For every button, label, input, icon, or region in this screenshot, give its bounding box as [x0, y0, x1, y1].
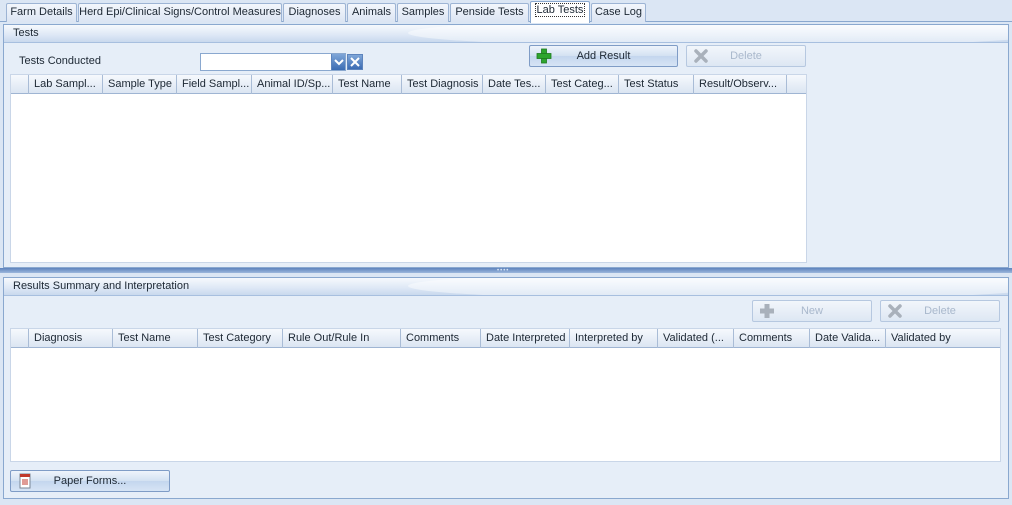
column-header[interactable]: Test Categ...: [546, 75, 619, 94]
close-icon[interactable]: [347, 54, 363, 70]
column-header[interactable]: Test Name: [113, 329, 198, 348]
column-header[interactable]: Field Sampl...: [177, 75, 252, 94]
tab-label: Herd Epi/Clinical Signs/Control Measures: [79, 6, 281, 18]
column-header[interactable]: Comments: [401, 329, 481, 348]
delete-test-button[interactable]: Delete: [686, 45, 806, 67]
delete-test-label: Delete: [730, 50, 762, 62]
delete-result-button[interactable]: Delete: [880, 300, 1000, 322]
plus-icon: [759, 303, 775, 319]
x-icon: [887, 303, 903, 319]
column-header[interactable]: Test Diagnosis: [402, 75, 483, 94]
column-header[interactable]: Test Name: [333, 75, 402, 94]
tests-conducted-label: Tests Conducted: [19, 55, 101, 67]
grip-icon: ••••: [497, 268, 510, 274]
add-result-button[interactable]: Add Result: [529, 45, 678, 67]
column-header[interactable]: Interpreted by: [570, 329, 658, 348]
column-header[interactable]: Validated by: [886, 329, 1000, 348]
tab-herd-epi[interactable]: Herd Epi/Clinical Signs/Control Measures: [78, 3, 282, 22]
delete-result-label: Delete: [924, 305, 956, 317]
column-header[interactable]: Result/Observ...: [694, 75, 787, 94]
add-result-label: Add Result: [576, 50, 631, 62]
column-header[interactable]: Animal ID/Sp...: [252, 75, 333, 94]
column-header[interactable]: Test Status: [619, 75, 694, 94]
tab-label: Case Log: [594, 6, 643, 18]
plus-icon: [536, 48, 552, 64]
document-icon: [17, 473, 33, 489]
tab-label: Diagnoses: [288, 6, 341, 18]
column-header[interactable]: Rule Out/Rule In: [283, 329, 401, 348]
tab-case-log[interactable]: Case Log: [591, 3, 646, 22]
tab-farm-details[interactable]: Farm Details: [6, 3, 77, 22]
x-icon: [693, 48, 709, 64]
tab-samples[interactable]: Samples: [397, 3, 449, 22]
column-header[interactable]: Date Interpreted: [481, 329, 570, 348]
tab-label: Penside Tests: [455, 6, 524, 18]
column-header[interactable]: Diagnosis: [29, 329, 113, 348]
column-header[interactable]: Lab Sampl...: [29, 75, 103, 94]
column-header[interactable]: Validated (...: [658, 329, 734, 348]
row-selector-header: [11, 75, 29, 94]
tab-diagnoses[interactable]: Diagnoses: [283, 3, 346, 22]
column-header[interactable]: Test Category: [198, 329, 283, 348]
tests-grid-header: Lab Sampl... Sample Type Field Sampl... …: [11, 75, 806, 94]
chevron-down-icon[interactable]: [331, 54, 345, 70]
tab-label: Animals: [351, 6, 392, 18]
tab-penside-tests[interactable]: Penside Tests: [450, 3, 529, 22]
results-grid[interactable]: Diagnosis Test Name Test Category Rule O…: [10, 328, 1001, 462]
row-selector-header: [11, 329, 29, 348]
tab-label: Farm Details: [10, 6, 73, 18]
new-result-label: New: [800, 305, 823, 317]
tab-lab-tests[interactable]: Lab Tests: [530, 1, 590, 23]
results-grid-header: Diagnosis Test Name Test Category Rule O…: [11, 329, 1000, 348]
results-panel: Results Summary and Interpretation New D…: [3, 277, 1009, 499]
tests-panel-header: Tests: [4, 25, 1008, 43]
tab-label: Samples: [401, 6, 445, 18]
paper-forms-label: Paper Forms...: [53, 475, 127, 487]
column-header[interactable]: Comments: [734, 329, 810, 348]
tests-conducted-select[interactable]: [200, 53, 346, 71]
tests-panel: Tests Tests Conducted Add Result Delete …: [3, 24, 1009, 268]
column-header[interactable]: Sample Type: [103, 75, 177, 94]
results-panel-title: Results Summary and Interpretation: [13, 280, 190, 292]
results-panel-header: Results Summary and Interpretation: [4, 278, 1008, 296]
column-header[interactable]: Date Valida...: [810, 329, 886, 348]
tests-panel-title: Tests: [13, 27, 39, 39]
tests-grid[interactable]: Lab Sampl... Sample Type Field Sampl... …: [10, 74, 807, 263]
paper-forms-button[interactable]: Paper Forms...: [10, 470, 170, 492]
panel-splitter[interactable]: ••••: [0, 268, 1012, 274]
new-result-button[interactable]: New: [752, 300, 872, 322]
tab-animals[interactable]: Animals: [347, 3, 396, 22]
tab-label: Lab Tests: [534, 3, 586, 17]
tab-strip: Farm Details Herd Epi/Clinical Signs/Con…: [0, 0, 1012, 23]
column-header[interactable]: Date Tes...: [483, 75, 546, 94]
